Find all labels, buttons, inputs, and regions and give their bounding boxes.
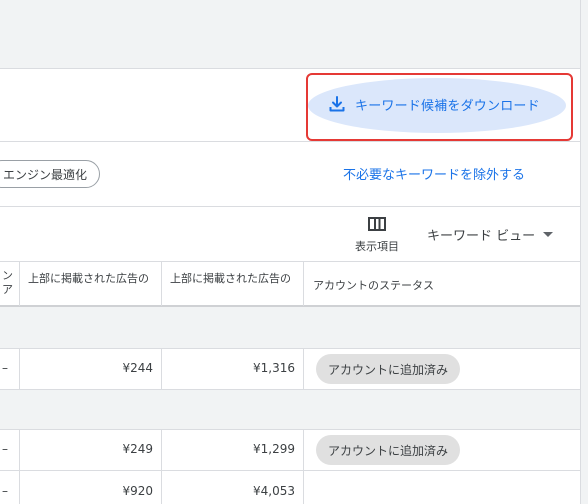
cell-dash: – (2, 361, 8, 375)
columns-icon (368, 217, 386, 231)
cell-top-bid-high: ¥1,316 (253, 361, 295, 375)
column-divider (161, 430, 162, 504)
status-badge: アカウントに追加済み (316, 435, 461, 465)
header-fragment: ア (2, 283, 13, 296)
column-divider (161, 349, 162, 389)
cell-dash: – (2, 442, 8, 456)
column-divider (161, 262, 162, 306)
status-badge: アカウントに追加済み (316, 354, 461, 384)
download-icon (329, 96, 345, 112)
download-keywords-button[interactable]: キーワード候補をダウンロード (328, 92, 540, 116)
column-header-top-bid-high[interactable]: 上部に掲載された広告の (170, 262, 297, 306)
exclude-keywords-link[interactable]: 不必要なキーワードを除外する (343, 164, 525, 183)
column-divider (303, 430, 304, 504)
download-button-label: キーワード候補をダウンロード (355, 98, 540, 114)
column-divider (19, 349, 20, 389)
columns-button[interactable]: 表示項目 (350, 215, 404, 255)
refine-chip[interactable]: エンジン最適化 (0, 160, 101, 188)
cell-top-bid-low: ¥244 (122, 361, 153, 375)
cell-dash: – (2, 484, 8, 498)
cell-top-bid-low: ¥920 (122, 484, 153, 498)
chip-label: エンジン最適化 (3, 167, 88, 182)
column-header-account-status[interactable]: アカウントのステータス (313, 262, 513, 306)
column-header-top-bid-low[interactable]: 上部に掲載された広告の (28, 262, 155, 306)
header-fragment: ン (2, 269, 13, 282)
cell-top-bid-high: ¥1,299 (253, 442, 295, 456)
column-divider (19, 430, 20, 504)
view-label: キーワード ビュー (427, 229, 536, 244)
cell-top-bid-low: ¥249 (122, 442, 153, 456)
column-divider (19, 262, 20, 306)
column-header-partial[interactable]: ン ア (2, 262, 18, 306)
column-divider (303, 349, 304, 389)
scrollbar[interactable] (580, 0, 588, 504)
divider (0, 68, 580, 69)
column-divider (303, 262, 304, 306)
caret-down-icon (543, 232, 554, 237)
columns-label: 表示項目 (355, 240, 399, 253)
cell-top-bid-high: ¥4,053 (253, 484, 295, 498)
divider (0, 389, 580, 390)
view-selector[interactable]: キーワード ビュー (427, 225, 554, 244)
